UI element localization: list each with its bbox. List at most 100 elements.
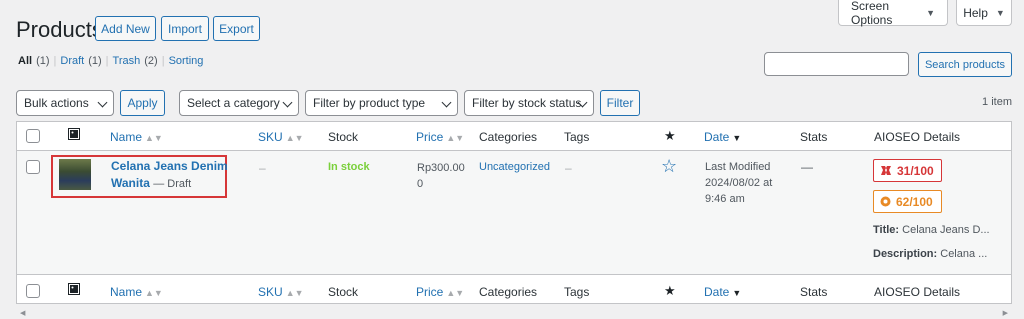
column-date[interactable]: Date ▼ (704, 130, 741, 144)
date-value: 2024/08/02 at (705, 177, 773, 189)
aioseo-title-label: Title: (873, 224, 900, 236)
truseo-score-icon (880, 196, 891, 207)
screen-options-label: Screen Options (851, 0, 893, 27)
seo-score-value: 31/100 (897, 163, 934, 178)
separator: | (105, 55, 109, 67)
view-sorting[interactable]: Sorting (169, 55, 204, 67)
category-link[interactable]: Uncategorized (479, 161, 550, 173)
column-sku[interactable]: SKU ▲▼ (258, 130, 304, 144)
column-stats: Stats (800, 130, 828, 144)
chevron-down-icon (441, 97, 452, 108)
view-trash-count: (2) (144, 55, 158, 67)
column-stats: Stats (800, 285, 828, 299)
product-name-cell: Celana Jeans Denim Wanita — Draft (111, 158, 228, 192)
column-sku[interactable]: SKU ▲▼ (258, 285, 304, 299)
price-cell: Rp300.00 0 (417, 160, 465, 192)
time-value: 9:46 am (705, 193, 745, 205)
seo-score-badge[interactable]: 31/100 (873, 159, 942, 182)
caret-down-icon: ▼ (995, 7, 1005, 18)
select-all-checkbox-footer[interactable] (26, 284, 40, 298)
sort-icon: ▲▼ (446, 288, 465, 298)
column-sku-label: SKU (258, 130, 283, 144)
seo-score-icon (881, 166, 891, 175)
featured-star-icon[interactable]: ★ (664, 283, 676, 299)
table-header: Name ▲▼ SKU ▲▼ Stock Price ▲▼ Categories Ta… (17, 122, 1011, 151)
product-name-link[interactable]: Celana Jeans Denim (111, 158, 228, 175)
column-name[interactable]: Name ▲▼ (110, 285, 163, 299)
screen-options-button[interactable]: Screen Options ▼ (838, 0, 948, 27)
truseo-score-badge[interactable]: 62/100 (873, 190, 942, 213)
chevron-down-icon (282, 97, 293, 108)
view-draft[interactable]: Draft (60, 55, 84, 67)
price-value-line2: 0 (417, 178, 424, 190)
column-name-label: Name (110, 130, 143, 144)
column-name-label: Name (110, 285, 143, 299)
stock-status-value: Filter by stock status (472, 96, 582, 110)
column-tags: Tags (564, 285, 590, 299)
row-checkbox[interactable] (26, 160, 40, 174)
draft-status: — Draft (153, 178, 192, 190)
column-price[interactable]: Price ▲▼ (416, 130, 464, 144)
sort-icon: ▲▼ (285, 288, 304, 298)
column-price[interactable]: Price ▲▼ (416, 285, 464, 299)
table-row: Celana Jeans Denim Wanita — Draft – In s… (17, 151, 1011, 274)
date-cell: Last Modified 2024/08/02 at 9:46 am (705, 159, 772, 207)
help-button[interactable]: Help ▼ (956, 0, 1012, 26)
column-sku-label: SKU (258, 285, 283, 299)
view-all-count: (1) (36, 55, 50, 67)
table-footer: Name ▲▼ SKU ▲▼ Stock Price ▲▼ Categories Ta… (17, 274, 1011, 303)
sku-value: – (259, 161, 266, 175)
column-date-label: Date (704, 130, 730, 144)
view-all[interactable]: All (18, 55, 32, 67)
image-column-icon (68, 128, 80, 143)
column-categories: Categories (479, 130, 538, 144)
scroll-left-icon[interactable]: ◀ (20, 309, 25, 317)
stock-status: In stock (328, 161, 370, 173)
price-value: Rp300.00 (417, 162, 465, 174)
aioseo-title-value: Celana Jeans D... (902, 224, 990, 236)
stats-value: — (801, 160, 813, 174)
search-input[interactable] (764, 52, 909, 76)
horizontal-scrollbar[interactable]: ◀ ▶ (16, 307, 1012, 319)
column-date[interactable]: Date ▼ (704, 285, 741, 299)
column-aioseo: AIOSEO Details (874, 285, 961, 299)
sort-desc-icon: ▼ (732, 288, 742, 298)
aioseo-description: Description: Celana ... (873, 248, 987, 260)
add-new-button[interactable]: Add New (95, 16, 156, 41)
featured-star-icon[interactable]: ★ (664, 128, 676, 144)
separator: | (161, 55, 165, 67)
featured-star-icon[interactable]: ☆ (661, 156, 677, 177)
select-all-checkbox[interactable] (26, 129, 40, 143)
column-categories: Categories (479, 285, 538, 299)
screen-meta-tabs: Screen Options ▼ Help ▼ (838, 0, 1012, 27)
scroll-right-icon[interactable]: ▶ (1003, 309, 1008, 317)
chevron-down-icon (97, 97, 108, 108)
column-name[interactable]: Name ▲▼ (110, 130, 163, 144)
filter-button[interactable]: Filter (600, 90, 640, 116)
product-type-select[interactable]: Filter by product type (305, 90, 458, 116)
sort-icon: ▲▼ (145, 133, 163, 143)
product-type-value: Filter by product type (313, 96, 426, 110)
search-products-button[interactable]: Search products (918, 52, 1012, 77)
import-button[interactable]: Import (161, 16, 209, 41)
page-title: Products (16, 17, 103, 42)
sort-icon: ▲▼ (446, 133, 465, 143)
sort-icon: ▲▼ (145, 288, 163, 298)
column-aioseo: AIOSEO Details (874, 130, 961, 144)
view-draft-count: (1) (88, 55, 102, 67)
separator: | (53, 55, 57, 67)
category-select[interactable]: Select a category (179, 90, 299, 116)
export-button[interactable]: Export (213, 16, 260, 41)
bulk-actions-value: Bulk actions (24, 96, 89, 110)
column-tags: Tags (564, 130, 590, 144)
caret-down-icon: ▼ (926, 7, 935, 18)
column-stock: Stock (328, 130, 359, 144)
view-trash[interactable]: Trash (113, 55, 141, 67)
apply-button[interactable]: Apply (120, 90, 165, 116)
product-name-link-line2[interactable]: Wanita (111, 176, 150, 190)
date-status: Last Modified (705, 161, 771, 173)
bulk-actions-select[interactable]: Bulk actions (16, 90, 114, 116)
stock-status-select[interactable]: Filter by stock status (464, 90, 594, 116)
sort-desc-icon: ▼ (732, 133, 742, 143)
column-price-label: Price (416, 285, 444, 299)
